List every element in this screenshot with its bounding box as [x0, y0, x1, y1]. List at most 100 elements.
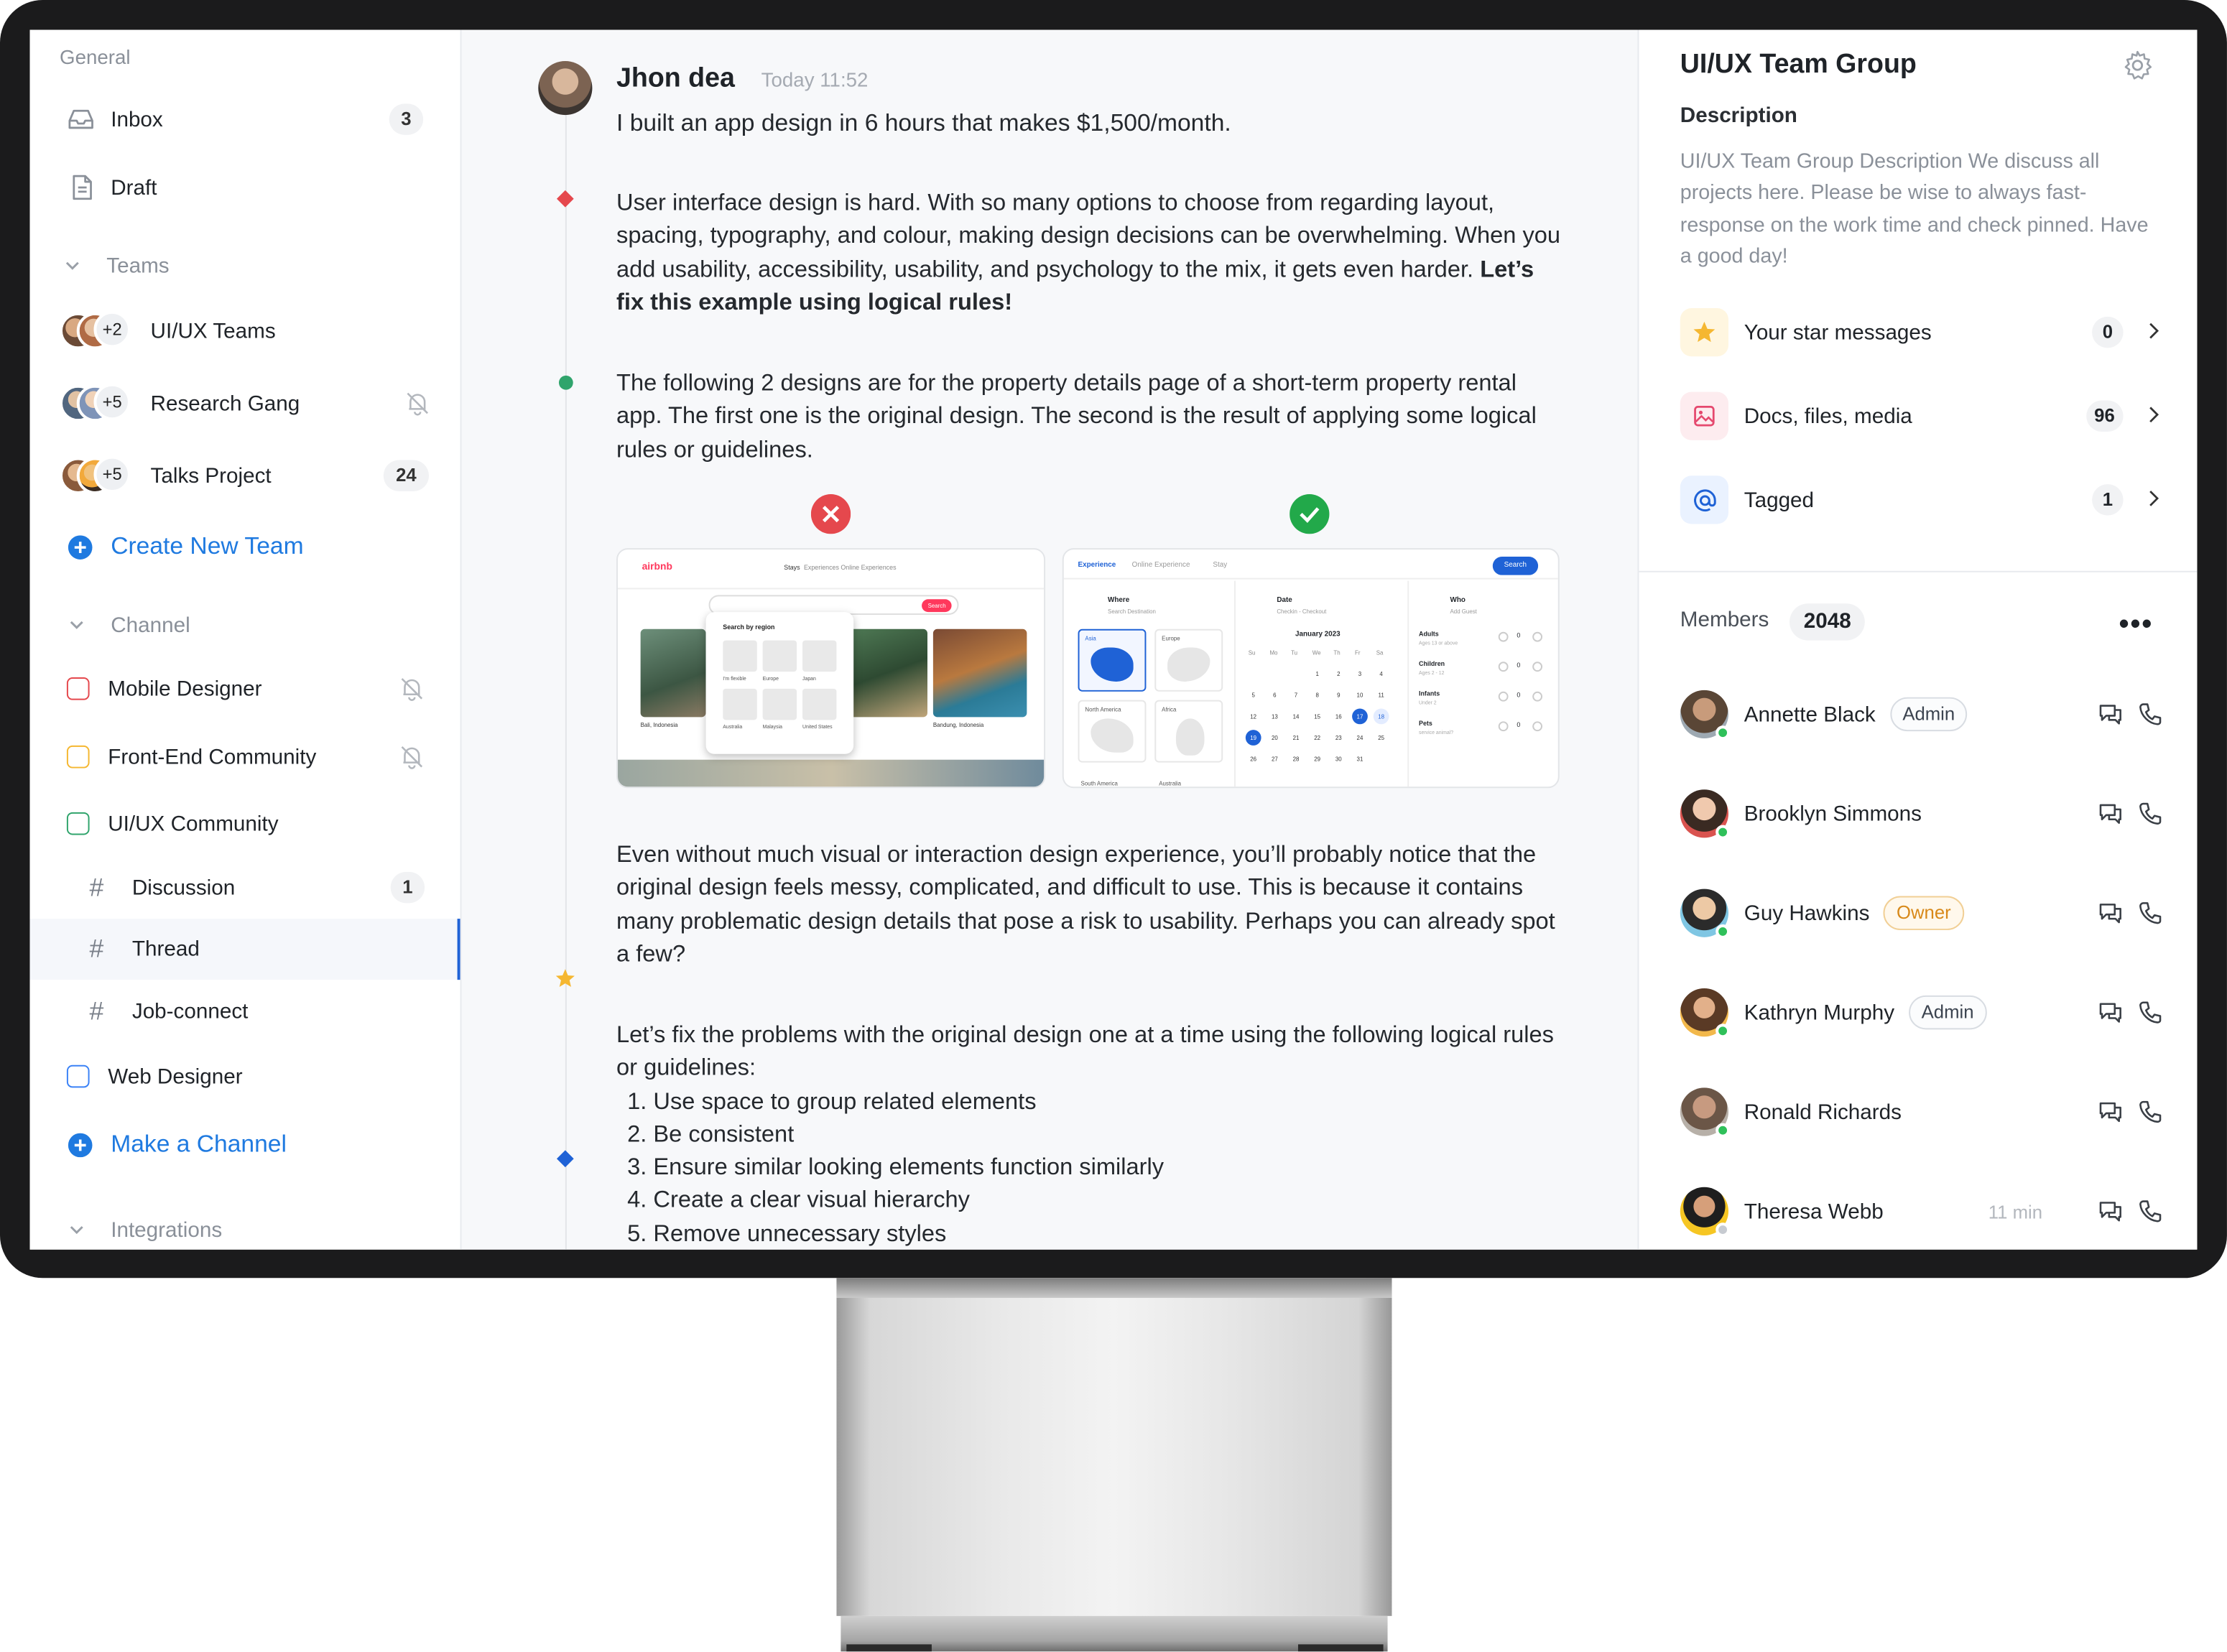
member-row[interactable]: Brooklyn Simmons: [1680, 785, 2163, 842]
chat-icon[interactable]: [2098, 1000, 2124, 1026]
avatar[interactable]: [1680, 988, 1730, 1039]
chat-icon[interactable]: [2098, 1199, 2124, 1225]
phone-icon[interactable]: [2137, 1000, 2163, 1026]
message-timestamp: Today 11:52: [761, 68, 869, 91]
message-paragraph-3: Even without much visual or interaction …: [616, 842, 1555, 967]
bell-muted-icon[interactable]: [404, 391, 430, 417]
sidebar-item-team-uiux[interactable]: +2 UI/UX Teams: [30, 310, 460, 352]
mock-weekday: Mo: [1269, 649, 1278, 656]
mock-guest-label: Children: [1419, 660, 1445, 668]
avatar[interactable]: [1680, 1087, 1730, 1138]
sidebar-item-team-talks[interactable]: +5 Talks Project 24: [30, 455, 460, 497]
mock-calendar-day: 14: [1292, 713, 1300, 720]
mock-calendar-day: 25: [1378, 734, 1385, 741]
original-design-image[interactable]: airbnb Stays Experiences Online Experien…: [616, 548, 1046, 789]
make-channel-label: Make a Channel: [111, 1130, 287, 1158]
sidebar-item-label: Thread: [131, 937, 200, 962]
chat-icon[interactable]: [2098, 801, 2124, 827]
list-item: Remove unnecessary styles: [653, 1218, 1565, 1250]
section-teams-toggle[interactable]: Teams: [30, 251, 460, 280]
mock-region-label: Africa: [1162, 705, 1177, 713]
sidebar-item-thread[interactable]: # Thread: [29, 919, 460, 980]
list-item: Create a clear visual hierarchy: [653, 1185, 1565, 1218]
mock-guest-value: 0: [1517, 721, 1521, 729]
chat-icon[interactable]: [2098, 1099, 2124, 1125]
member-row[interactable]: Guy Hawkins Owner: [1680, 885, 2163, 942]
member-row[interactable]: Ronald Richards: [1680, 1083, 2163, 1140]
mock-calendar-day: 8: [1315, 691, 1319, 699]
avatar[interactable]: [538, 61, 593, 116]
mock-calendar-day: 9: [1337, 691, 1341, 699]
members-count-badge: 2048: [1790, 603, 1866, 641]
chat-icon[interactable]: [2098, 900, 2124, 926]
phone-icon[interactable]: [2137, 1099, 2163, 1125]
bell-muted-icon[interactable]: [399, 676, 425, 702]
chat-icon[interactable]: [2098, 702, 2124, 728]
sidebar-item-discussion[interactable]: # Discussion 1: [30, 871, 460, 904]
mock-map-shape: [1091, 647, 1134, 682]
sidebar-item-draft[interactable]: Draft: [30, 169, 460, 205]
sidebar-item-uiux-community[interactable]: UI/UX Community: [30, 807, 460, 840]
message-author[interactable]: Jhon dea: [616, 64, 735, 95]
member-actions: [2098, 900, 2163, 926]
member-name: Brooklyn Simmons: [1744, 802, 1922, 826]
mock-region-label: Japan: [802, 676, 816, 682]
inbox-icon: [67, 105, 96, 134]
phone-icon[interactable]: [2137, 1199, 2163, 1225]
mock-calendar-day: 18: [1373, 708, 1389, 725]
channel-color-icon: [66, 745, 90, 769]
message-paragraph-1: User interface design is hard. With so m…: [616, 187, 1565, 320]
status-indicator: [1716, 1222, 1730, 1237]
sidebar-item-web-designer[interactable]: Web Designer: [30, 1059, 460, 1093]
sidebar-item-team-research[interactable]: +5 Research Gang: [30, 382, 460, 424]
panel-divider: [1639, 570, 2198, 572]
gear-icon[interactable]: [2122, 50, 2153, 80]
phone-icon[interactable]: [2137, 900, 2163, 926]
hash-icon: #: [89, 934, 104, 963]
docs-files-media-row[interactable]: Docs, files, media 96: [1680, 391, 2163, 442]
mock-calendar-day: 7: [1294, 691, 1298, 699]
mock-listing-photo: [640, 628, 706, 718]
mock-map-shape: [1167, 647, 1210, 682]
mock-nav-item: Online Experiences: [841, 563, 897, 571]
phone-icon[interactable]: [2137, 702, 2163, 728]
extra-members-count: +5: [93, 455, 131, 493]
chevron-down-icon: [70, 1226, 83, 1235]
create-team-button[interactable]: Create New Team: [30, 528, 460, 565]
improved-design-image[interactable]: Experience Online Experience Stay Search…: [1062, 548, 1560, 789]
document-icon: [68, 173, 97, 202]
sidebar-item-label: Web Designer: [108, 1064, 243, 1089]
section-channel-toggle[interactable]: Channel: [30, 611, 460, 639]
member-row[interactable]: Annette Black Admin: [1680, 686, 2163, 743]
member-row[interactable]: Theresa Webb 11 min: [1680, 1183, 2163, 1240]
bell-muted-icon[interactable]: [399, 744, 425, 770]
tagged-row[interactable]: Tagged 1: [1680, 474, 2163, 525]
avatar[interactable]: [1680, 690, 1730, 741]
mock-nav-item: Experiences: [803, 563, 839, 571]
sidebar-item-mobile-designer[interactable]: Mobile Designer: [30, 672, 460, 705]
mock-region-europe: Europe: [1154, 628, 1223, 692]
star-messages-row[interactable]: Your star messages 0: [1680, 307, 2163, 358]
sidebar-item-frontend-community[interactable]: Front-End Community: [30, 740, 460, 774]
sidebar: General Inbox 3 Draft Teams +2 UI/UX Tea…: [29, 29, 462, 1250]
sidebar-item-inbox[interactable]: Inbox 3: [30, 101, 460, 137]
sidebar-item-job-connect[interactable]: # Job-connect: [30, 994, 460, 1028]
avatar[interactable]: [1680, 888, 1730, 939]
mock-weekday: We: [1312, 649, 1321, 656]
mock-calendar-day: 15: [1314, 713, 1321, 720]
avatar[interactable]: [1680, 789, 1730, 840]
section-integrations-toggle[interactable]: Integrations: [30, 1215, 460, 1244]
member-row[interactable]: Kathryn Murphy Admin: [1680, 984, 2163, 1041]
stand-foot-right: [1297, 1644, 1384, 1652]
more-options-icon[interactable]: •••: [2119, 609, 2153, 641]
mock-weekday: Tu: [1291, 649, 1298, 656]
sidebar-item-label: Talks Project: [150, 463, 272, 488]
mock-weekday: Th: [1333, 649, 1341, 656]
make-channel-button[interactable]: Make a Channel: [30, 1126, 460, 1163]
phone-icon[interactable]: [2137, 801, 2163, 827]
avatar[interactable]: [1680, 1187, 1730, 1237]
app-window: General Inbox 3 Draft Teams +2 UI/UX Tea…: [29, 29, 2198, 1250]
minus-icon: [1498, 631, 1509, 642]
mock-search-button: Search: [1492, 556, 1538, 575]
mock-popup-title: Search by region: [723, 623, 775, 631]
